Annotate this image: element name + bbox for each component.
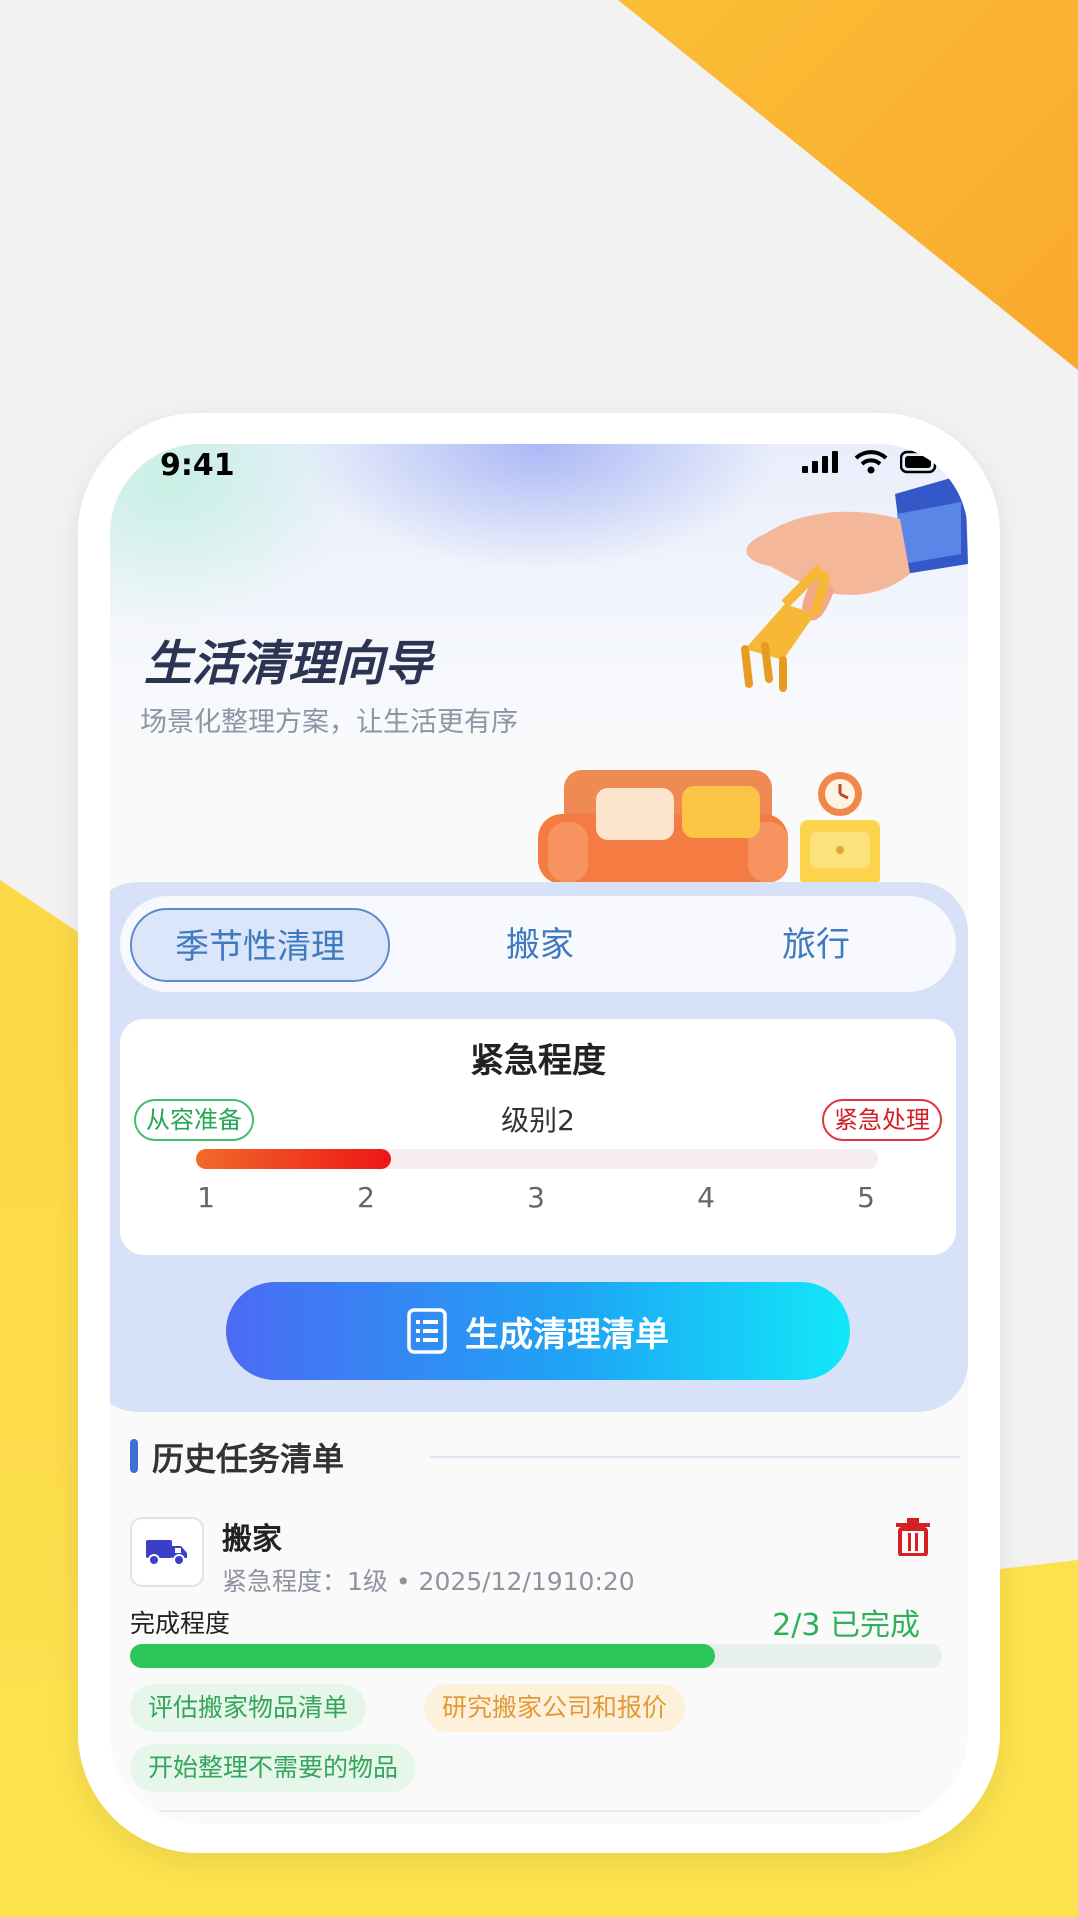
progress-bar [130, 1644, 942, 1668]
urgency-tick-1[interactable]: 1 [186, 1181, 226, 1214]
app-screen: 9:41 生活清理向导 场景化整理方案，让生活更有序 季节性清理 搬家 旅行 紧… [110, 444, 968, 1824]
urgency-slider[interactable] [196, 1149, 878, 1169]
urgency-title: 紧急程度 [470, 1041, 606, 1081]
trash-icon[interactable] [896, 1518, 930, 1556]
hand-chair-illustration [741, 474, 968, 692]
task-item-chip[interactable]: 研究搬家公司和报价 [424, 1684, 686, 1732]
progress-bar-fill [130, 1644, 715, 1668]
urgency-tick-3[interactable]: 3 [516, 1181, 556, 1214]
history-divider [430, 1456, 960, 1458]
status-time: 9:41 [160, 448, 235, 483]
list-divider [160, 1810, 920, 1812]
wifi-icon [854, 450, 888, 474]
urgent-label: 紧急处理 [822, 1099, 942, 1141]
urgency-tick-2[interactable]: 2 [346, 1181, 386, 1214]
hero-banner: 9:41 生活清理向导 场景化整理方案，让生活更有序 [110, 444, 968, 774]
urgency-tick-4[interactable]: 4 [686, 1181, 726, 1214]
background-orange-shape [618, 0, 1078, 370]
sofa-illustration [538, 770, 788, 884]
history-title: 历史任务清单 [152, 1440, 345, 1478]
truck-icon [146, 1540, 187, 1566]
urgency-card: 紧急程度 从容准备 级别2 紧急处理 1 2 3 4 5 [120, 1019, 956, 1255]
generate-list-label: 生成清理清单 [465, 1314, 669, 1355]
urgency-slider-fill [196, 1149, 392, 1169]
tab-seasonal-cleaning[interactable]: 季节性清理 [130, 908, 390, 982]
urgency-tick-5[interactable]: 5 [846, 1181, 886, 1214]
task-icon-box [130, 1517, 204, 1587]
task-item-chip[interactable]: 评估搬家物品清单 [130, 1684, 367, 1732]
status-icons [802, 450, 938, 474]
page-title: 生活清理向导 [144, 636, 433, 692]
battery-icon [900, 450, 937, 474]
generate-list-button[interactable]: 生成清理清单 [226, 1282, 850, 1380]
history-accent-bar [130, 1439, 138, 1473]
task-item-chip[interactable]: 开始整理不需要的物品 [130, 1744, 417, 1792]
list-icon [407, 1308, 447, 1354]
signal-icon [802, 451, 838, 473]
tab-moving[interactable]: 搬家 [410, 908, 670, 982]
nightstand-clock-illustration [800, 772, 880, 886]
page-subtitle: 场景化整理方案，让生活更有序 [140, 707, 518, 738]
progress-count: 2/3 已完成 [772, 1608, 920, 1643]
task-meta: 紧急程度：1级 • 2025/12/1910:20 [222, 1567, 635, 1596]
tab-travel[interactable]: 旅行 [686, 908, 946, 982]
task-name[interactable]: 搬家 [222, 1514, 282, 1558]
scenario-tabs: 季节性清理 搬家 旅行 [120, 896, 956, 992]
progress-label: 完成程度 [130, 1609, 231, 1638]
